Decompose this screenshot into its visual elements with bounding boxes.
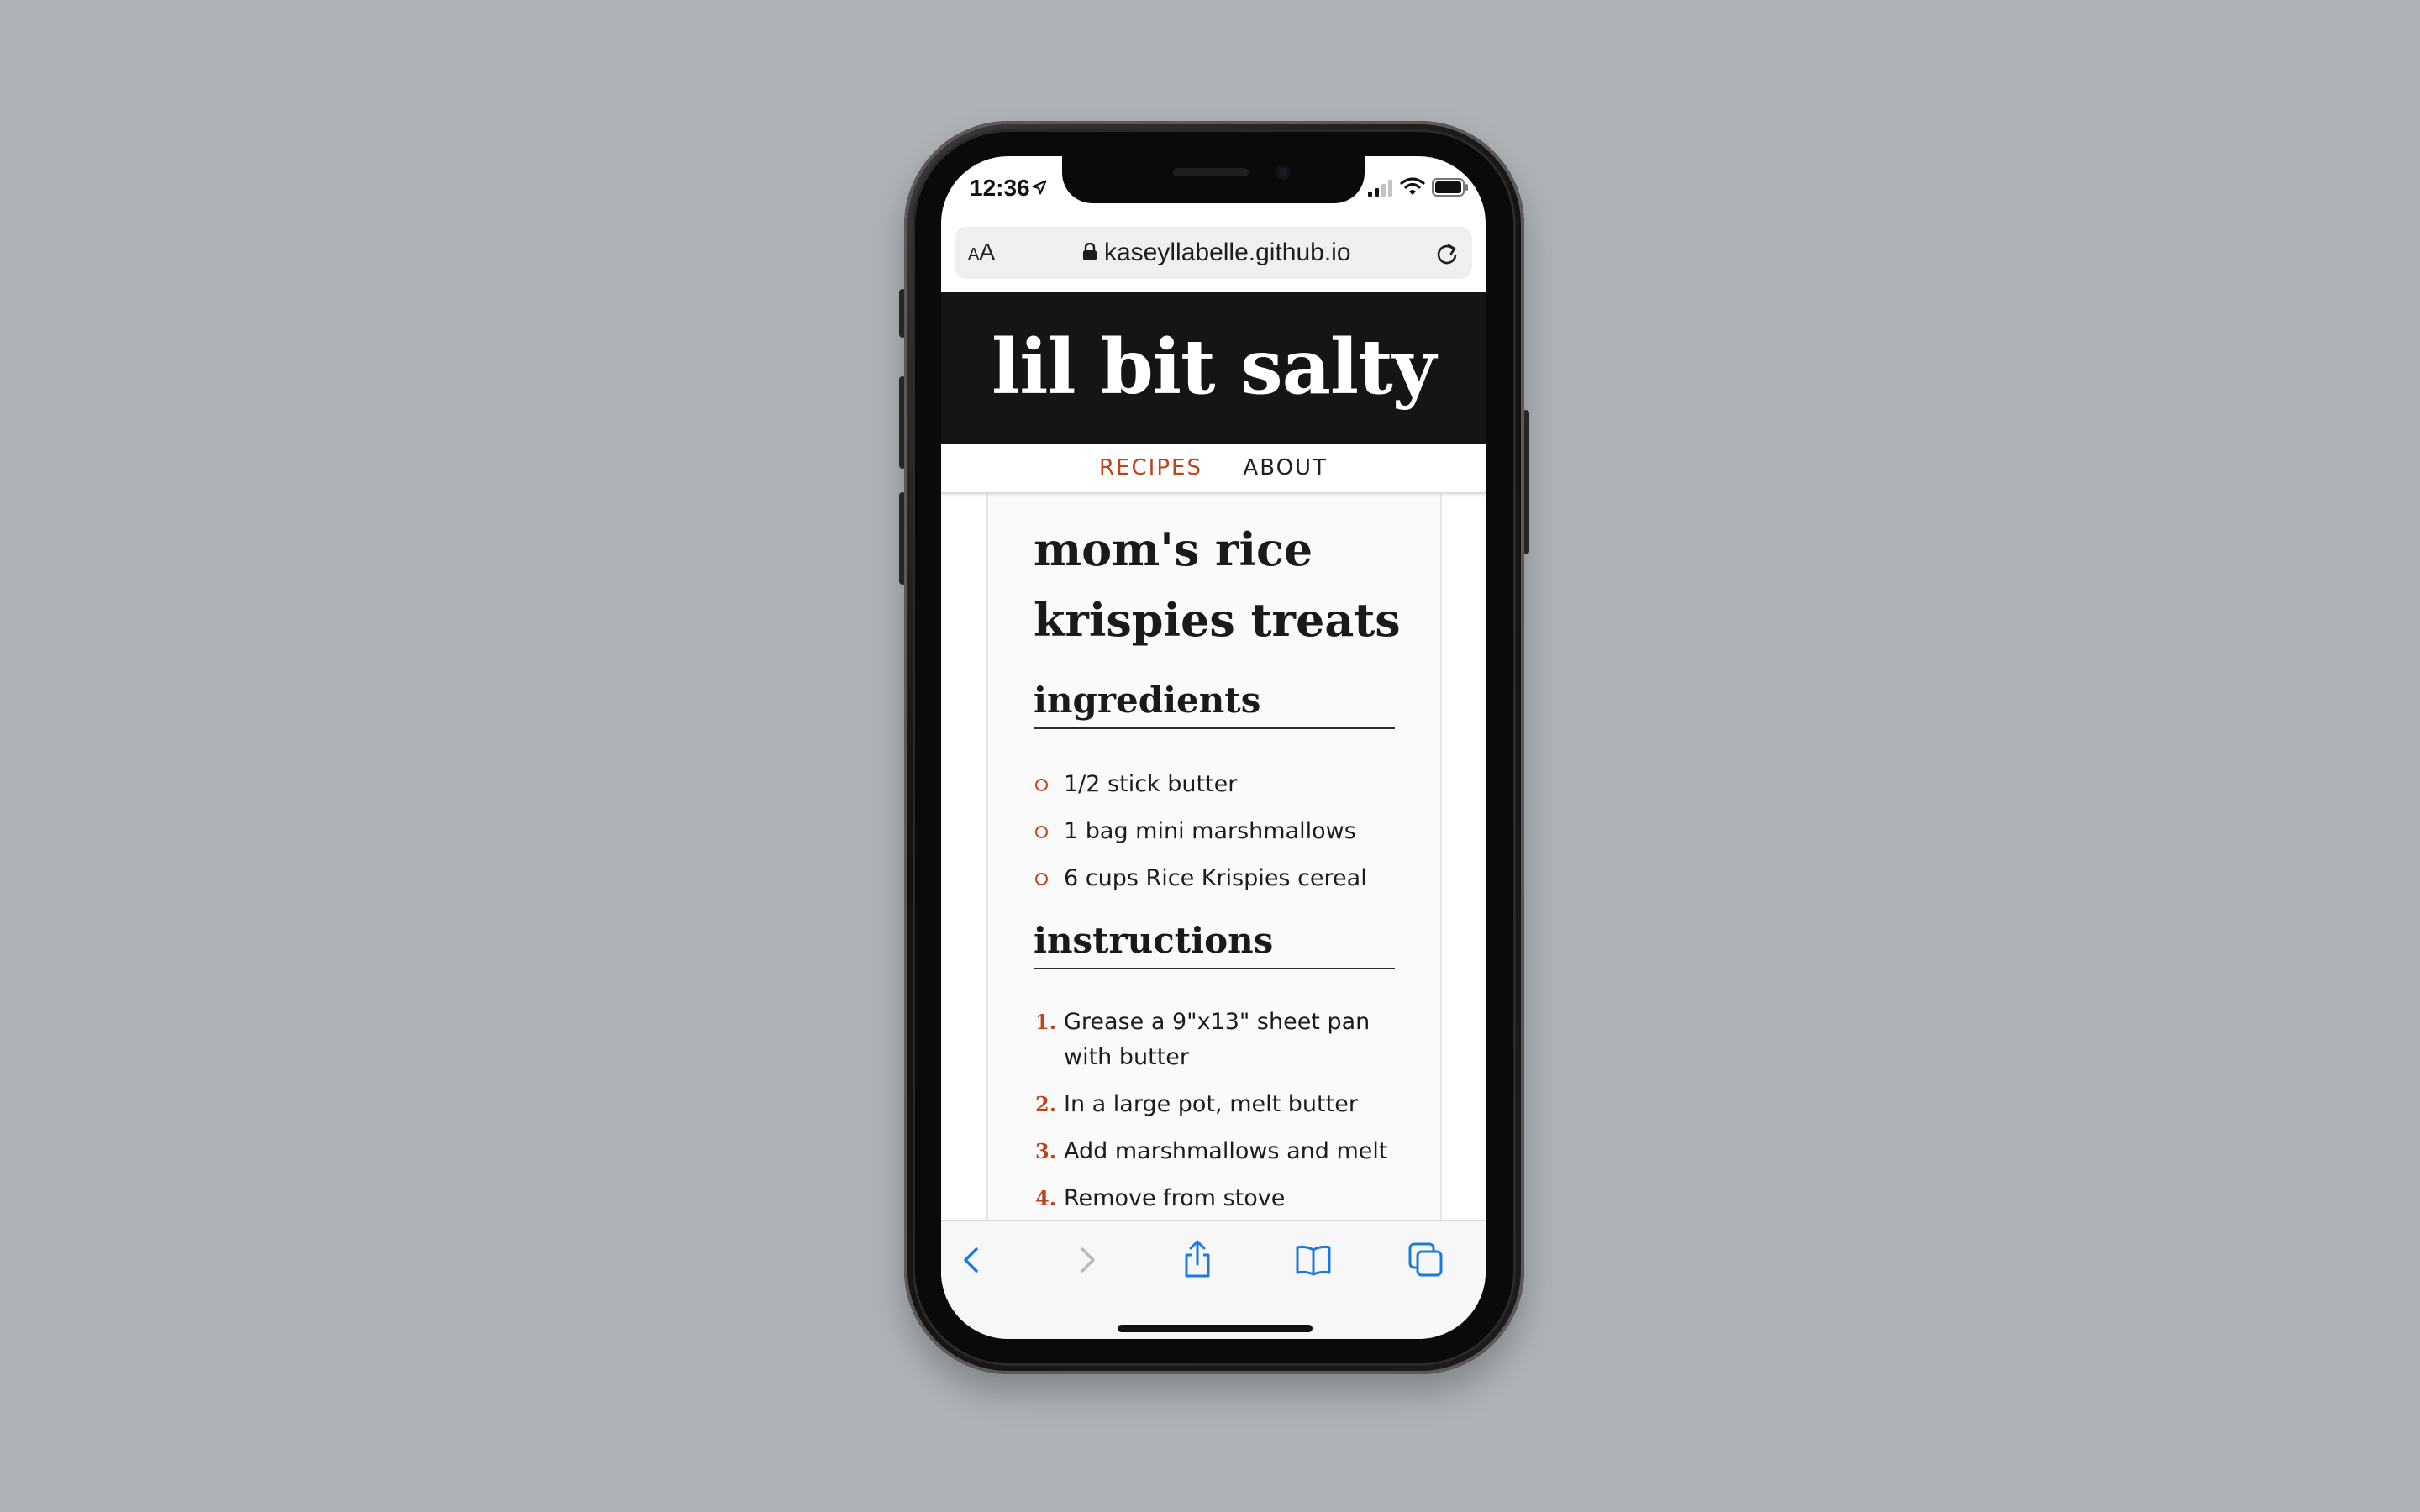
step-text: Grease a 9"x13" sheet pan with butter <box>1064 1009 1370 1070</box>
ingredients-heading: ingredients <box>1034 677 1395 729</box>
mockup-scene: 12:36 AA kaseyllabelle.github.io lil bit… <box>0 0 2420 1512</box>
notch <box>1062 156 1365 203</box>
status-time: 12:36 <box>970 175 1030 201</box>
bullet-circle-icon <box>1035 779 1048 791</box>
step-number: 4. <box>1035 1186 1057 1210</box>
lock-icon <box>1083 243 1097 260</box>
step-number: 1. <box>1035 1010 1057 1034</box>
book-icon[interactable] <box>1292 1239 1334 1281</box>
bullet-circle-icon <box>1035 873 1048 885</box>
chevron-left-icon[interactable] <box>951 1239 993 1281</box>
reload-icon[interactable] <box>1434 240 1460 267</box>
wifi-icon <box>1400 177 1425 195</box>
ingredient-item: 6 cups Rice Krispies cereal <box>1034 857 1403 904</box>
earpiece-speaker <box>1173 168 1249 176</box>
nav-link-about[interactable]: ABOUT <box>1243 444 1328 492</box>
instruction-step: 3. Add marshmallows and melt <box>1034 1134 1403 1169</box>
reader-text-size-button[interactable]: AA <box>968 239 995 265</box>
cellular-signal-icon <box>1368 180 1392 197</box>
url-text[interactable]: kaseyllabelle.github.io <box>1104 239 1351 267</box>
step-number: 3. <box>1035 1139 1057 1163</box>
ingredient-item: 1 bag mini marshmallows <box>1034 810 1403 857</box>
bullet-circle-icon <box>1035 826 1048 838</box>
recipe-title: mom's rice krispies treats <box>1034 522 1401 647</box>
tabs-icon[interactable] <box>1405 1239 1447 1281</box>
front-camera <box>1276 165 1291 180</box>
battery-icon <box>1432 178 1468 197</box>
instruction-step: 4. Remove from stove <box>1034 1181 1403 1216</box>
safari-address-area: AA kaseyllabelle.github.io <box>941 223 1486 281</box>
chevron-right-icon[interactable] <box>1065 1239 1107 1281</box>
instruction-step: 2. In a large pot, melt butter <box>1034 1087 1403 1122</box>
site-header: lil bit salty <box>941 292 1486 444</box>
phone-screen: 12:36 AA kaseyllabelle.github.io lil bit… <box>941 156 1486 1339</box>
ingredient-list: 1/2 stick butter 1 bag mini marshmallows… <box>1034 763 1403 904</box>
instructions-heading: instructions <box>1034 917 1395 969</box>
step-number: 2. <box>1035 1092 1057 1116</box>
step-text: In a large pot, melt butter <box>1064 1091 1358 1117</box>
ingredient-item: 1/2 stick butter <box>1034 763 1403 810</box>
ingredient-text: 6 cups Rice Krispies cereal <box>1064 865 1367 891</box>
location-arrow-icon <box>1032 180 1047 195</box>
ingredient-text: 1 bag mini marshmallows <box>1064 818 1356 844</box>
share-icon[interactable] <box>1176 1239 1218 1281</box>
safari-toolbar <box>941 1220 1486 1339</box>
page-content: mom's rice krispies treats ingredients 1… <box>941 492 1486 1220</box>
site-nav: RECIPES ABOUT <box>941 444 1486 494</box>
ingredient-text: 1/2 stick butter <box>1064 771 1238 797</box>
recipe-card: mom's rice krispies treats ingredients 1… <box>986 492 1442 1220</box>
home-indicator[interactable] <box>1118 1325 1313 1332</box>
address-bar[interactable]: AA kaseyllabelle.github.io <box>955 227 1472 279</box>
step-text: Add marshmallows and melt <box>1064 1138 1388 1164</box>
step-text: Remove from stove <box>1064 1185 1286 1211</box>
instruction-step: 1. Grease a 9"x13" sheet pan with butter <box>1034 1005 1403 1075</box>
instruction-list: 1. Grease a 9"x13" sheet pan with butter … <box>1034 1005 1403 1220</box>
site-title[interactable]: lil bit salty <box>941 292 1486 413</box>
nav-link-recipes[interactable]: RECIPES <box>1099 444 1202 492</box>
